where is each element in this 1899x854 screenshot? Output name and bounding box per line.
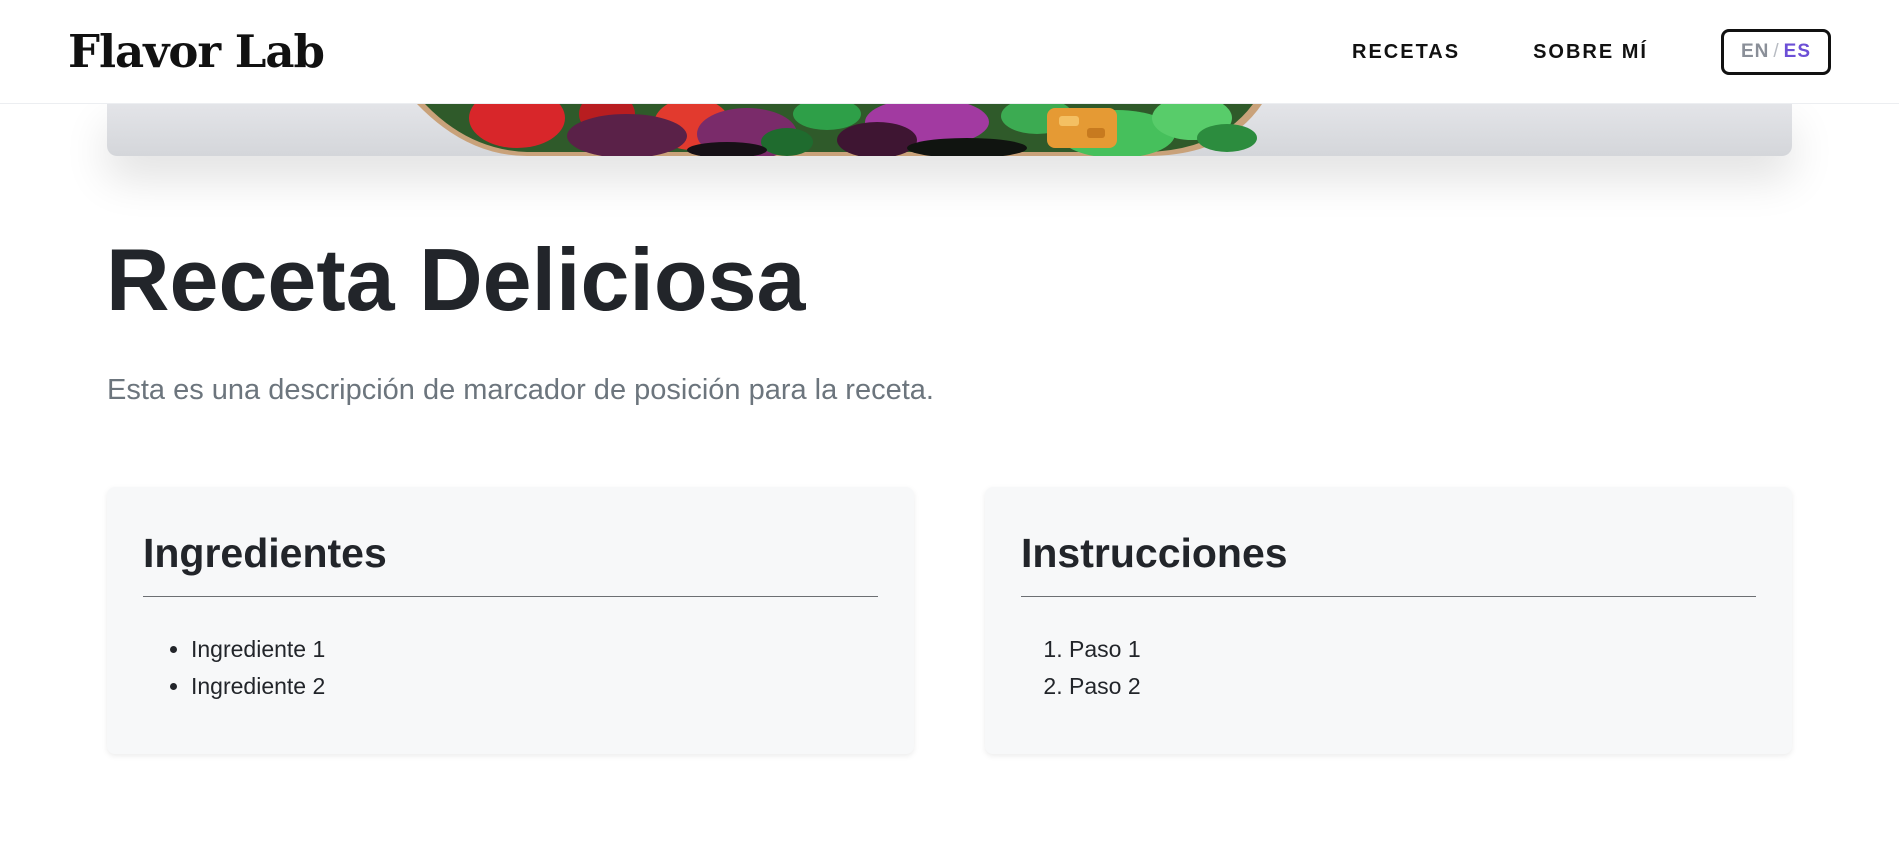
- list-item: Ingrediente 1: [191, 631, 878, 668]
- recipe-title: Receta Deliciosa: [106, 230, 806, 329]
- lang-separator: /: [1773, 41, 1780, 62]
- ingredients-heading: Ingredientes: [143, 523, 878, 597]
- hero-image: [107, 104, 1792, 156]
- list-item: Ingrediente 2: [191, 668, 878, 705]
- ingredients-list: Ingrediente 1 Ingrediente 2: [143, 631, 878, 705]
- nav-link-recetas[interactable]: RECETAS: [1352, 41, 1460, 64]
- list-item: Paso 2: [1069, 668, 1756, 705]
- language-toggle-button[interactable]: EN / ES: [1721, 29, 1831, 75]
- lang-option-es[interactable]: ES: [1784, 41, 1811, 63]
- list-item: Paso 1: [1069, 631, 1756, 668]
- main-nav: RECETAS SOBRE MÍ EN / ES: [1352, 0, 1831, 104]
- instructions-card: Instrucciones Paso 1 Paso 2: [985, 487, 1792, 754]
- instructions-list: Paso 1 Paso 2: [1021, 631, 1756, 705]
- nav-link-sobre-mi[interactable]: SOBRE MÍ: [1533, 41, 1648, 64]
- site-header: Flavor Lab RECETAS SOBRE MÍ EN / ES: [0, 0, 1899, 104]
- lang-option-en[interactable]: EN: [1741, 41, 1769, 63]
- site-logo[interactable]: Flavor Lab: [68, 24, 325, 80]
- instructions-heading: Instrucciones: [1021, 523, 1756, 597]
- salad-bowl-image: [417, 104, 1262, 156]
- recipe-description: Esta es una descripción de marcador de p…: [107, 374, 934, 406]
- ingredients-card: Ingredientes Ingrediente 1 Ingrediente 2: [107, 487, 914, 754]
